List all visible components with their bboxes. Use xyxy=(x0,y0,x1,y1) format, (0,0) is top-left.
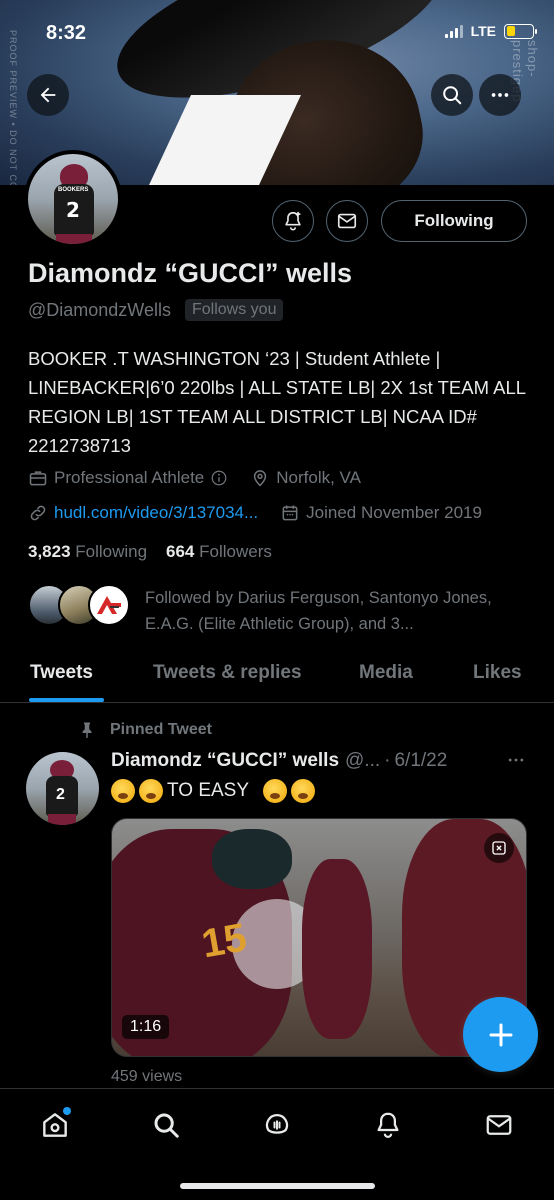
video-share-icon xyxy=(492,841,506,855)
bell-plus-icon xyxy=(285,211,301,231)
tweet-author-handle: @... xyxy=(345,750,381,771)
profile-avatar[interactable]: BOOKERS 2 xyxy=(24,150,122,248)
tweet-header: Diamondz “GUCCI” wells @... · 6/1/22 xyxy=(111,750,448,772)
pinned-tweet-label: Pinned Tweet xyxy=(110,721,212,738)
website-item[interactable]: hudl.com/video/3/137034... xyxy=(28,503,258,523)
follower-avatar xyxy=(88,584,130,626)
tab-likes[interactable]: Likes xyxy=(473,662,522,684)
video-share-button[interactable] xyxy=(484,833,514,863)
info-icon[interactable] xyxy=(210,469,228,487)
pinned-label-row: Pinned Tweet xyxy=(78,720,212,740)
more-icon xyxy=(508,758,524,762)
eag-logo-icon xyxy=(97,596,121,614)
tweet-text: TO EASY xyxy=(111,779,316,803)
back-button[interactable] xyxy=(27,74,69,116)
tweet-author-avatar[interactable]: 2 xyxy=(26,752,99,825)
compose-tweet-button[interactable] xyxy=(463,997,538,1072)
signal-icon xyxy=(444,24,463,38)
following-count-link[interactable]: 3,823 Following xyxy=(28,542,147,561)
more-button[interactable] xyxy=(479,74,521,116)
avatar-number: 2 xyxy=(66,198,80,222)
nav-messages[interactable] xyxy=(481,1107,517,1143)
joined-label: Joined November 2019 xyxy=(306,503,482,522)
tweet-author-name[interactable]: Diamondz “GUCCI” wells xyxy=(111,750,339,772)
briefcase-icon xyxy=(29,471,47,486)
handle-row: @DiamondzWells Follows you xyxy=(28,299,284,321)
yawning-face-emoji-icon xyxy=(291,779,316,803)
compose-plus-icon xyxy=(489,1023,512,1046)
yawning-face-emoji-icon xyxy=(263,779,288,803)
banner-watermark-left: PROOF PREVIEW • DO NOT COP xyxy=(8,30,18,185)
follows-you-badge: Follows you xyxy=(184,299,284,321)
followers-count: 664 xyxy=(166,542,195,561)
followed-by-avatars[interactable] xyxy=(28,584,130,626)
location-item: Norfolk, VA xyxy=(250,468,361,488)
spaces-icon xyxy=(265,1114,289,1134)
notifications-icon xyxy=(377,1112,399,1138)
website-link[interactable]: hudl.com/video/3/137034... xyxy=(54,503,258,523)
yawning-face-emoji-icon xyxy=(111,779,135,803)
profile-name: Diamondz “GUCCI” wells xyxy=(28,258,353,288)
notifications-toggle-button[interactable] xyxy=(272,200,314,242)
profile-handle: @DiamondzWells xyxy=(28,299,171,320)
video-duration: 1:16 xyxy=(122,1015,170,1039)
tab-media[interactable]: Media xyxy=(359,662,413,684)
followed-by-text[interactable]: Followed by Darius Ferguson, Santonyo Jo… xyxy=(145,585,525,637)
profile-meta-row-1: Professional Athlete Norfolk, VA xyxy=(28,468,383,488)
tweet-date[interactable]: 6/1/22 xyxy=(394,750,447,772)
location-label: Norfolk, VA xyxy=(276,468,361,487)
nav-spaces[interactable] xyxy=(259,1107,295,1143)
network-label: LTE xyxy=(470,23,496,39)
video-jersey-number: 15 xyxy=(198,915,250,967)
following-count: 3,823 xyxy=(28,542,71,561)
category-item[interactable]: Professional Athlete xyxy=(28,468,228,488)
nav-home[interactable] xyxy=(37,1107,73,1143)
home-notification-dot xyxy=(63,1107,71,1115)
followers-count-link[interactable]: 664 Followers xyxy=(166,542,272,561)
active-tab-indicator xyxy=(29,698,104,702)
home-indicator-bar xyxy=(180,1183,375,1189)
category-label: Professional Athlete xyxy=(54,468,205,487)
location-pin-icon xyxy=(254,470,267,487)
follow-counts: 3,823 Following 664 Followers xyxy=(28,542,272,562)
nav-notifications[interactable] xyxy=(370,1107,406,1143)
more-icon xyxy=(491,93,509,97)
yawning-face-emoji-icon xyxy=(139,779,163,803)
explore-search-icon xyxy=(154,1113,179,1138)
tweet-views: 459 views xyxy=(111,1068,183,1085)
following-count-label: Following xyxy=(75,542,148,561)
status-indicators: LTE xyxy=(444,23,537,39)
status-time: 8:32 xyxy=(46,22,87,44)
joined-item: Joined November 2019 xyxy=(280,503,482,523)
tab-tweets-replies[interactable]: Tweets & replies xyxy=(153,662,302,684)
back-arrow-icon xyxy=(40,87,56,103)
messages-icon xyxy=(486,1115,512,1135)
tweet-avatar-number: 2 xyxy=(56,786,65,803)
avatar-team-text: BOOKERS xyxy=(58,187,89,193)
profile-bio: BOOKER .T WASHINGTON ‘23 | Student Athle… xyxy=(28,348,526,456)
calendar-icon xyxy=(282,505,298,521)
profile-tabs: Tweets Tweets & replies Media Likes xyxy=(0,645,554,703)
mail-icon xyxy=(337,213,357,229)
tweet-body: TO EASY xyxy=(167,780,250,801)
tweet-more-button[interactable] xyxy=(506,750,526,775)
link-icon xyxy=(30,505,46,521)
pin-icon xyxy=(82,722,92,739)
search-button[interactable] xyxy=(431,74,473,116)
tab-tweets[interactable]: Tweets xyxy=(30,662,93,684)
message-button[interactable] xyxy=(326,200,368,242)
following-button[interactable]: Following xyxy=(381,200,527,242)
search-icon xyxy=(443,86,462,105)
nav-explore[interactable] xyxy=(148,1107,184,1143)
battery-icon xyxy=(504,23,537,39)
profile-meta-row-2: hudl.com/video/3/137034... Joined Novemb… xyxy=(28,503,504,523)
followers-count-label: Followers xyxy=(199,542,272,561)
